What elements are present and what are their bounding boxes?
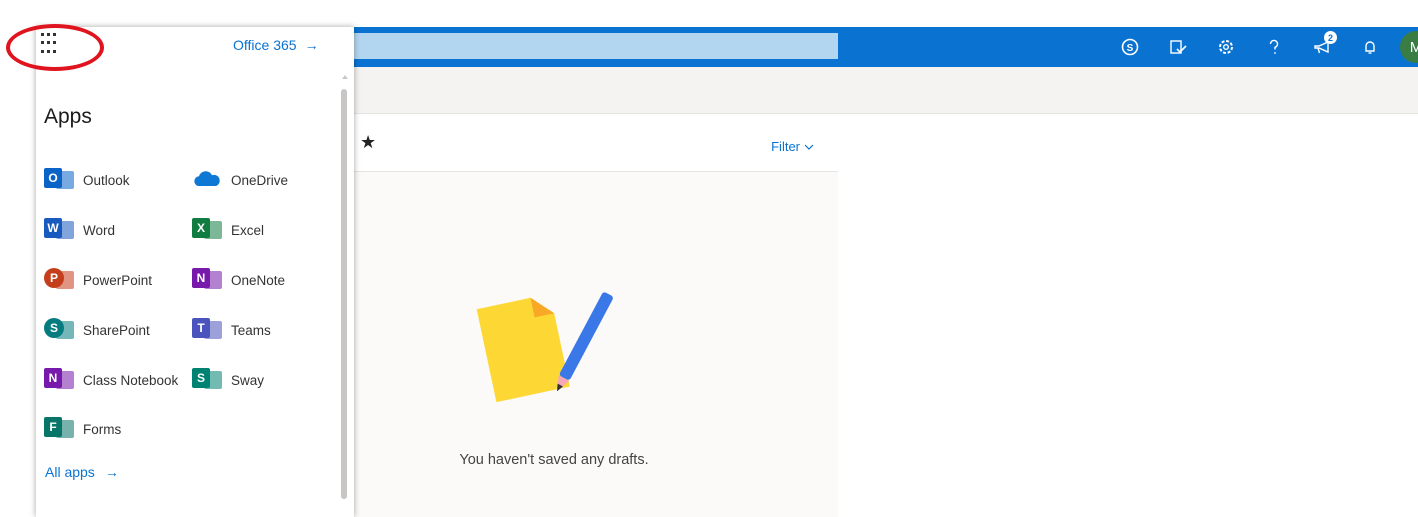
- highlight-annotation-circle: [6, 24, 104, 71]
- app-label: Teams: [231, 322, 271, 338]
- app-item-sway[interactable]: S Sway: [192, 367, 264, 393]
- empty-drafts-illustration: [476, 292, 613, 403]
- app-label: SharePoint: [83, 322, 150, 338]
- top-bar-actions: S 2 M: [1106, 27, 1418, 67]
- app-item-onedrive[interactable]: OneDrive: [192, 167, 288, 193]
- app-item-forms[interactable]: F Forms: [44, 416, 121, 442]
- skype-icon[interactable]: S: [1106, 27, 1154, 67]
- office365-label: Office 365: [233, 37, 297, 53]
- sway-icon: S: [192, 368, 222, 392]
- all-apps-link[interactable]: All apps →: [45, 464, 119, 480]
- filter-label: Filter: [771, 139, 800, 154]
- onenote-icon: N: [192, 268, 222, 292]
- notification-badge: 2: [1324, 31, 1337, 44]
- class-notebook-icon: N: [44, 368, 74, 392]
- app-label: PowerPoint: [83, 272, 153, 288]
- arrow-right-icon: →: [304, 37, 319, 53]
- scrollbar[interactable]: [340, 75, 348, 505]
- sharepoint-icon: S: [44, 318, 74, 342]
- reading-pane: [838, 114, 1418, 517]
- empty-state-message: You haven't saved any drafts.: [459, 452, 649, 468]
- app-label: Outlook: [83, 172, 130, 188]
- app-label: OneDrive: [231, 172, 289, 188]
- forms-icon: F: [44, 417, 74, 441]
- app-label: OneNote: [231, 272, 286, 288]
- app-item-class-notebook[interactable]: N Class Notebook: [44, 367, 178, 393]
- favorite-star-icon[interactable]: ★: [360, 132, 376, 153]
- office365-link[interactable]: Office 365 →: [233, 37, 319, 53]
- onedrive-icon: [192, 168, 222, 192]
- arrow-right-icon: →: [104, 464, 119, 480]
- word-icon: W: [44, 218, 74, 242]
- excel-icon: X: [192, 218, 222, 242]
- avatar[interactable]: M: [1400, 31, 1418, 63]
- app-launcher-panel: Office 365 → Apps O Outlook OneDrive W Word X…: [36, 27, 354, 517]
- app-label: Excel: [231, 222, 265, 238]
- outlook-icon: O: [44, 168, 74, 192]
- app-item-teams[interactable]: T Teams: [192, 317, 271, 343]
- message-list-header: ★ Filter: [354, 114, 838, 172]
- app-item-excel[interactable]: X Excel: [192, 217, 264, 243]
- announcement-icon[interactable]: 2: [1298, 27, 1346, 67]
- app-label: Sway: [231, 372, 265, 388]
- message-list: ★ Filter You haven't saved any drafts.: [354, 114, 839, 517]
- apps-heading: Apps: [44, 105, 92, 128]
- chevron-down-icon: [804, 144, 814, 150]
- app-item-word[interactable]: W Word: [44, 217, 115, 243]
- svg-text:S: S: [1127, 43, 1134, 54]
- app-item-onenote[interactable]: N OneNote: [192, 267, 285, 293]
- app-label: Class Notebook: [83, 372, 179, 388]
- search-box[interactable]: [354, 33, 838, 59]
- bell-icon[interactable]: [1346, 27, 1394, 67]
- scroll-up-arrow-icon[interactable]: [342, 75, 348, 79]
- app-label: Word: [83, 222, 116, 238]
- help-icon[interactable]: [1250, 27, 1298, 67]
- app-item-outlook[interactable]: O Outlook: [44, 167, 130, 193]
- app-label: Forms: [83, 421, 122, 437]
- app-item-sharepoint[interactable]: S SharePoint: [44, 317, 150, 343]
- powerpoint-icon: P: [44, 268, 74, 292]
- filter-button[interactable]: Filter: [771, 139, 814, 154]
- settings-icon[interactable]: [1202, 27, 1250, 67]
- teams-icon: T: [192, 318, 222, 342]
- app-item-powerpoint[interactable]: P PowerPoint: [44, 267, 152, 293]
- my-day-icon[interactable]: [1154, 27, 1202, 67]
- scrollbar-thumb[interactable]: [341, 89, 347, 499]
- all-apps-label: All apps: [45, 464, 95, 480]
